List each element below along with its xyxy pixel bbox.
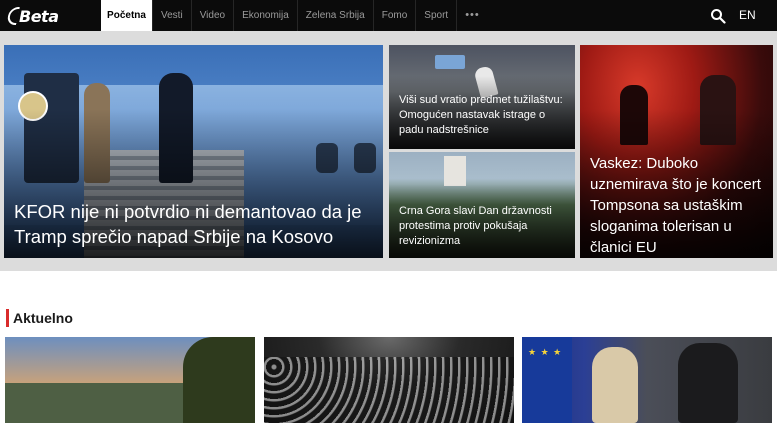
nav-item-vesti[interactable]: Vesti: [153, 0, 192, 31]
article-thumbnail-1[interactable]: [5, 337, 255, 423]
search-icon[interactable]: [710, 8, 726, 24]
hero-top-middle-article[interactable]: Viši sud vratio predmet tužilaštvu: Omog…: [389, 45, 575, 149]
article-thumbnail-3[interactable]: [522, 337, 772, 423]
nav-item-sport[interactable]: Sport: [416, 0, 458, 31]
nav-item-ekonomija[interactable]: Ekonomija: [234, 0, 298, 31]
article-thumbnail-2[interactable]: [264, 337, 514, 423]
beta-logo[interactable]: Beta: [6, 5, 59, 27]
nav-item-fomo[interactable]: Fomo: [374, 0, 417, 31]
section-title: Aktuelno: [13, 310, 73, 326]
hero-main-title[interactable]: KFOR nije ni potvrdio ni demantovao da j…: [14, 199, 383, 249]
section-accent-bar: [6, 309, 9, 327]
hero-bottom-middle-article[interactable]: Crna Gora slavi Dan državnosti protestim…: [389, 152, 575, 258]
logo-text: Beta: [19, 6, 59, 26]
nav-item-zelena-srbija[interactable]: Zelena Srbija: [298, 0, 374, 31]
nav-menu: Početna Vesti Video Ekonomija Zelena Srb…: [101, 0, 488, 31]
eu-flag-icon: [522, 337, 572, 423]
nav-more-button[interactable]: •••: [457, 0, 488, 31]
hero-bottom-middle-title[interactable]: Crna Gora slavi Dan državnosti protestim…: [399, 204, 571, 249]
hero-zone: KFOR nije ni potvrdio ni demantovao da j…: [0, 31, 777, 271]
hero-right-title[interactable]: Vaskez: Duboko uznemirava što je koncert…: [590, 153, 770, 258]
hero-top-middle-title[interactable]: Viši sud vratio predmet tužilaštvu: Omog…: [399, 93, 571, 138]
logo-swoosh-icon: [6, 7, 20, 25]
top-navbar: Beta Početna Vesti Video Ekonomija Zelen…: [0, 0, 777, 31]
nav-item-pocetna[interactable]: Početna: [101, 0, 153, 31]
nav-item-video[interactable]: Video: [192, 0, 235, 31]
language-switch-button[interactable]: EN: [739, 0, 756, 31]
hero-right-article[interactable]: Vaskez: Duboko uznemirava što je koncert…: [580, 45, 773, 258]
hero-main-article[interactable]: KFOR nije ni potvrdio ni demantovao da j…: [4, 45, 383, 258]
